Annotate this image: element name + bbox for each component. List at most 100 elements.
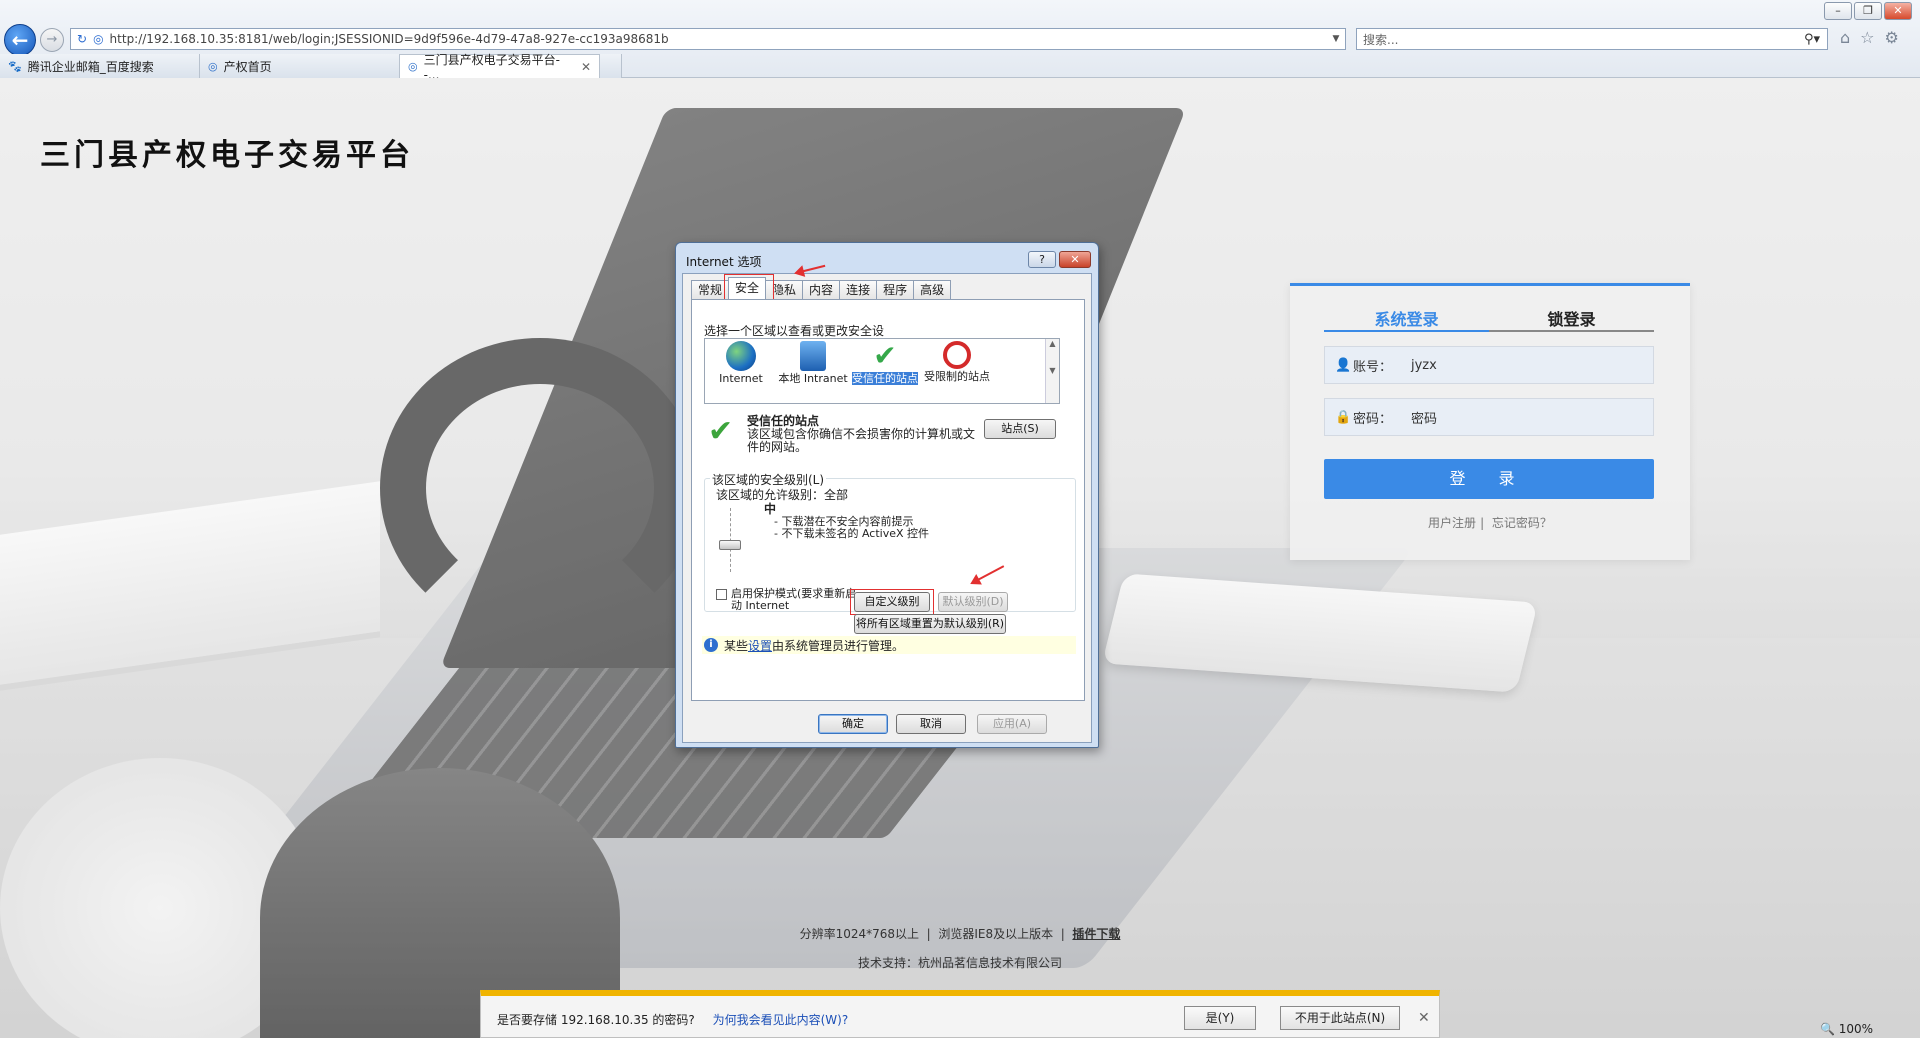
account-input[interactable]: jyzx <box>1411 358 1437 373</box>
ie-page-icon: ◎ <box>208 59 218 73</box>
tab-lock-login[interactable]: 锁登录 <box>1489 306 1654 330</box>
settings-gear-icon[interactable]: ⚙ <box>1885 28 1899 47</box>
reset-all-zones-button[interactable]: 将所有区域重置为默认级别(R) <box>854 614 1006 634</box>
admin-info-bar: i 某些设置由系统管理员进行管理。 <box>702 636 1076 654</box>
dialog-close-button[interactable]: ✕ <box>1059 251 1091 268</box>
password-input[interactable]: 密码 <box>1411 408 1437 427</box>
search-icon[interactable]: ⚲▾ <box>1797 32 1827 47</box>
login-button[interactable]: 登 录 <box>1324 459 1654 499</box>
zoom-level[interactable]: 🔍 100% <box>1820 1022 1873 1036</box>
zone-trusted[interactable]: ✔ 受信任的站点 <box>849 339 921 403</box>
tab-strip: 🐾 腾讯企业邮箱_百度搜索 ◎ 产权首页 ◎ 三门县产权电子交易平台--... … <box>0 53 622 82</box>
address-url[interactable]: http://192.168.10.35:8181/web/login;JSES… <box>110 32 1327 46</box>
save-password-yes-button[interactable]: 是(Y) <box>1184 1006 1256 1030</box>
internet-options-dialog: Internet 选项 ? ✕ 常规 安全 隐私 内容 连接 程序 高级 选择一… <box>675 242 1099 748</box>
tab-baidu[interactable]: 🐾 腾讯企业邮箱_百度搜索 <box>0 54 200 78</box>
tab-platform[interactable]: ◎ 三门县产权电子交易平台--... ✕ <box>400 53 600 82</box>
forward-button[interactable]: → <box>40 28 64 52</box>
protected-mode-checkbox[interactable] <box>716 589 727 600</box>
intranet-icon <box>800 341 826 371</box>
register-link[interactable]: 用户注册 <box>1428 516 1476 530</box>
user-icon: 👤 <box>1335 357 1352 373</box>
zone-internet[interactable]: Internet <box>705 339 777 403</box>
toolbar-icons: ⌂ ☆ ⚙ <box>1840 28 1899 47</box>
trusted-check-icon: ✔ <box>873 339 897 372</box>
security-panel: 选择一个区域以查看或更改安全设 Internet 本地 Intranet ✔ 受… <box>691 299 1085 701</box>
tab-system-login[interactable]: 系统登录 <box>1324 306 1489 332</box>
tab-home[interactable]: ◎ 产权首页 <box>200 54 400 78</box>
password-label: 密码： <box>1353 411 1393 427</box>
cancel-button[interactable]: 取消 <box>896 714 966 734</box>
tab-label: 腾讯企业邮箱_百度搜索 <box>27 59 154 74</box>
password-field[interactable]: 🔒 密码： 密码 <box>1324 398 1654 436</box>
notification-close-icon[interactable]: ✕ <box>1418 1010 1430 1026</box>
site-title: 三门县产权电子交易平台 <box>40 138 414 173</box>
search-box[interactable]: 搜索... ⚲▾ <box>1356 28 1828 50</box>
dialog-body: 常规 安全 隐私 内容 连接 程序 高级 选择一个区域以查看或更改安全设 Int… <box>682 273 1092 743</box>
tab-advanced[interactable]: 高级 <box>913 280 952 299</box>
notification-text: 是否要存储 192.168.10.35 的密码? 为何我会看见此内容(W)? <box>497 1011 848 1028</box>
home-icon[interactable]: ⌂ <box>1840 28 1850 47</box>
account-field[interactable]: 👤 账号： jyzx <box>1324 346 1654 384</box>
info-prefix: 某些 <box>724 638 749 653</box>
zone-label: 受信任的站点 <box>852 372 918 385</box>
globe-icon <box>726 341 756 371</box>
tab-programs[interactable]: 程序 <box>876 280 915 299</box>
why-link[interactable]: 为何我会看见此内容(W)? <box>713 1013 849 1027</box>
password-save-notification: 是否要存储 192.168.10.35 的密码? 为何我会看见此内容(W)? 是… <box>480 990 1440 1038</box>
protected-mode-option[interactable]: 启用保护模式(要求重新启动 Internet <box>716 588 861 612</box>
login-panel: 系统登录 锁登录 👤 账号： jyzx 🔒 密码： 密码 登 录 用户注册 | 忘… <box>1290 283 1690 560</box>
tab-label: 产权首页 <box>223 59 272 74</box>
plugin-download-link[interactable]: 插件下载 <box>1072 927 1120 941</box>
window-controls: – ❐ ✕ <box>1824 2 1912 20</box>
window-close-button[interactable]: ✕ <box>1884 2 1912 20</box>
tab-close-icon[interactable]: ✕ <box>581 60 591 74</box>
account-label: 账号： <box>1353 359 1393 375</box>
protected-mode-label: 启用保护模式(要求重新启动 Internet <box>731 587 857 612</box>
favorites-star-icon[interactable]: ☆ <box>1860 28 1874 47</box>
restore-button[interactable]: ❐ <box>1854 2 1882 20</box>
ie-page-icon: ◎ <box>408 60 418 73</box>
allowed-levels: 该区域的允许级别：全部 <box>716 488 849 502</box>
footer-support: 技术支持：杭州品茗信息技术有限公司 <box>857 956 1062 970</box>
zone-intranet[interactable]: 本地 Intranet <box>777 339 849 403</box>
security-level-slider[interactable] <box>719 540 741 550</box>
zone-restricted[interactable]: 受限制的站点 <box>921 339 993 403</box>
dialog-title: Internet 选项 <box>686 255 762 269</box>
apply-button: 应用(A) <box>977 714 1047 734</box>
zone-list: Internet 本地 Intranet ✔ 受信任的站点 受限制的站点 ▲ ▼ <box>704 338 1060 404</box>
zone-label: Internet <box>719 372 763 385</box>
sites-button[interactable]: 站点(S) <box>984 419 1056 439</box>
forgot-password-link[interactable]: 忘记密码？ <box>1492 516 1552 530</box>
login-tabs: 系统登录 锁登录 <box>1324 306 1654 332</box>
zone-scrollbar[interactable]: ▲ ▼ <box>1045 339 1059 403</box>
settings-link[interactable]: 设置 <box>748 639 772 653</box>
search-input[interactable]: 搜索... <box>1363 31 1797 48</box>
restricted-icon <box>943 341 971 369</box>
default-level-button: 默认级别(D) <box>938 592 1008 612</box>
annotation-box-custom-level <box>850 589 934 615</box>
footer-resolution: 分辨率1024*768以上 <box>799 927 920 941</box>
baidu-paw-icon: 🐾 <box>8 59 22 73</box>
new-tab-button[interactable] <box>600 54 622 78</box>
info-icon: i <box>704 638 718 652</box>
login-links: 用户注册 | 忘记密码？ <box>1428 516 1552 530</box>
lock-icon: 🔒 <box>1335 409 1352 425</box>
address-dropdown-icon[interactable]: ▼ <box>1327 34 1345 44</box>
never-for-site-button[interactable]: 不用于此站点(N) <box>1280 1006 1400 1030</box>
page-icon: ◎ <box>93 32 104 46</box>
trusted-check-icon: ✔ <box>708 414 734 449</box>
minimize-button[interactable]: – <box>1824 2 1852 20</box>
back-button[interactable]: ← <box>4 24 36 56</box>
tab-content[interactable]: 内容 <box>802 280 841 299</box>
address-bar[interactable]: ↻ ◎ http://192.168.10.35:8181/web/login;… <box>70 28 1346 50</box>
zone-info-description: 该区域包含你确信不会损害你的计算机或文件的网站。 <box>747 427 976 454</box>
notification-message: 是否要存储 192.168.10.35 的密码? <box>497 1013 695 1027</box>
dialog-help-button[interactable]: ? <box>1028 251 1056 268</box>
zone-select-header: 选择一个区域以查看或更改安全设 <box>704 324 885 338</box>
refresh-icon[interactable]: ↻ <box>77 32 87 46</box>
ok-button[interactable]: 确定 <box>818 714 888 734</box>
browser-chrome: – ❐ ✕ ← → ↻ ◎ http://192.168.10.35:8181/… <box>0 0 1920 82</box>
zone-label: 本地 Intranet <box>778 372 848 385</box>
tab-connections[interactable]: 连接 <box>839 280 878 299</box>
